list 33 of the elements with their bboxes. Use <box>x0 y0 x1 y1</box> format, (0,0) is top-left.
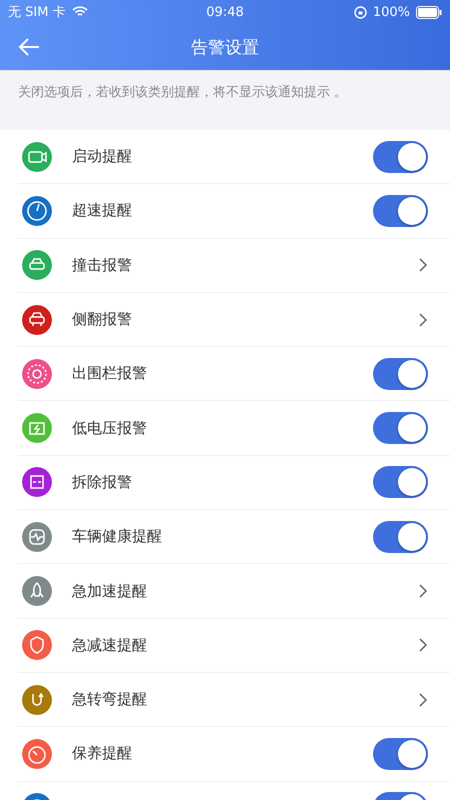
setting-label: 超速提醒 <box>72 201 133 220</box>
chevron-right-icon[interactable] <box>418 312 428 328</box>
battery-percent: 100% <box>372 4 410 20</box>
toggle-switch[interactable] <box>373 358 428 390</box>
page-title: 告警设置 <box>191 36 259 58</box>
chevron-right-icon[interactable] <box>418 583 428 600</box>
battery-icon <box>416 6 442 18</box>
setting-label: 低电压报警 <box>72 418 148 438</box>
wifi-icon <box>72 6 88 18</box>
setting-label: 车辆健康提醒 <box>72 527 163 546</box>
chevron-right-icon[interactable] <box>418 692 428 708</box>
setting-label: 急加速提醒 <box>72 582 148 601</box>
toggle-switch[interactable] <box>373 412 428 444</box>
rotation-lock-icon <box>354 6 367 18</box>
back-button[interactable] <box>18 37 40 57</box>
setting-label: 出围栏报警 <box>72 364 148 384</box>
toggle-switch[interactable] <box>373 738 428 770</box>
setting-label: 急减速提醒 <box>72 636 148 655</box>
setting-label: 启动提醒 <box>72 147 133 166</box>
clock-text: 09:48 <box>206 4 244 20</box>
setting-label: 撞击报警 <box>72 256 133 275</box>
hint-text: 关闭选项后，若收到该类别提醒，将不显示该通知提示 。 <box>0 70 450 130</box>
toggle-switch[interactable] <box>373 194 428 227</box>
setting-label: 保养提醒 <box>72 744 133 764</box>
toggle-switch[interactable] <box>373 520 428 553</box>
chevron-right-icon[interactable] <box>418 637 428 654</box>
toggle-switch[interactable] <box>373 140 428 173</box>
setting-label: 拆除报警 <box>72 472 133 492</box>
toggle-switch[interactable] <box>373 466 428 498</box>
carrier-text: 无 SIM 卡 <box>8 4 66 21</box>
setting-label: 侧翻报警 <box>72 310 133 330</box>
chevron-right-icon[interactable] <box>418 257 428 274</box>
setting-label: 急转弯提醒 <box>72 690 148 710</box>
